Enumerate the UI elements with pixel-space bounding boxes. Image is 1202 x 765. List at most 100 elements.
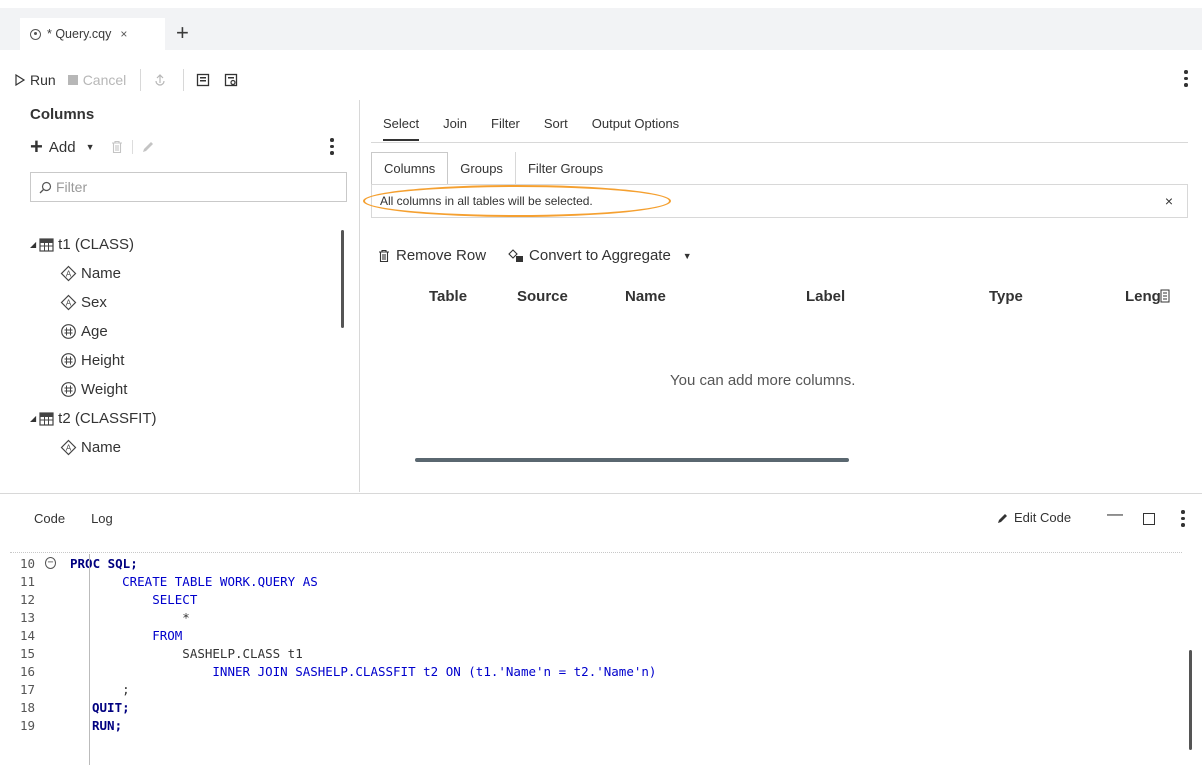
code-text: SELECT [92, 591, 198, 607]
column-header-length[interactable]: Leng [1125, 288, 1161, 305]
tab-join[interactable]: Join [443, 116, 467, 141]
svg-text:A: A [66, 444, 72, 453]
code-text: QUIT; [92, 699, 130, 715]
aggregate-icon [508, 248, 524, 262]
add-tab-button[interactable]: + [176, 22, 189, 44]
code-text: RUN; [92, 717, 123, 733]
expand-icon[interactable]: ◢ [30, 414, 36, 423]
numeric-column-icon [61, 353, 76, 368]
close-banner-icon[interactable]: × [1165, 193, 1173, 209]
columns-toolbar: + Add ▼ [30, 136, 155, 158]
line-number: 12 [20, 591, 36, 607]
fold-icon[interactable]: − [45, 557, 56, 569]
expand-icon[interactable]: ◢ [30, 240, 36, 249]
subtab-groups[interactable]: Groups [448, 152, 516, 184]
code-vertical-scrollbar[interactable] [1189, 650, 1192, 750]
code-line: 13 * [10, 608, 1190, 626]
code-pane: Code Log Edit Code — 10− PROC SQL; 11 CR… [0, 493, 1202, 765]
remove-row-button[interactable]: Remove Row [377, 247, 486, 264]
tab-log[interactable]: Log [91, 511, 113, 526]
row-actions: Remove Row Convert to Aggregate ▼ [377, 247, 714, 264]
column-options-icon[interactable] [1160, 289, 1170, 303]
columns-scrollbar[interactable] [341, 230, 344, 328]
column-header-label[interactable]: Label [806, 288, 845, 305]
code-line: 14 FROM [10, 626, 1190, 644]
tree-node-table[interactable]: ◢ t2 (CLASSFIT) [30, 404, 157, 433]
toolbar-more-icon[interactable] [1184, 70, 1188, 87]
gutter-divider [89, 554, 90, 765]
toolbar-divider [132, 140, 134, 154]
code-text: ; [92, 681, 130, 697]
tree-node-label: t2 (CLASSFIT) [58, 410, 157, 427]
edit-icon[interactable] [141, 140, 155, 154]
add-button[interactable]: Add [49, 139, 76, 156]
convert-to-aggregate-button[interactable]: Convert to Aggregate ▼ [508, 247, 692, 264]
remove-row-label: Remove Row [396, 247, 487, 264]
line-number: 14 [20, 627, 36, 643]
tree-column-item[interactable]: A Name [30, 433, 157, 462]
table-horizontal-scrollbar[interactable] [415, 458, 849, 462]
column-label: Name [81, 439, 122, 456]
save-query-icon[interactable] [196, 73, 210, 87]
edit-code-button[interactable]: Edit Code [997, 510, 1071, 525]
line-number: 16 [20, 663, 36, 679]
column-label: Weight [81, 381, 128, 398]
stop-icon [67, 75, 78, 85]
save-output-icon[interactable] [224, 73, 238, 87]
columns-title: Columns [30, 106, 95, 123]
close-tab-icon[interactable]: × [120, 27, 127, 41]
code-line: 12 SELECT [10, 590, 1190, 608]
tab-query[interactable]: * Query.cqy × [20, 18, 165, 50]
add-dropdown-icon[interactable]: ▼ [86, 142, 95, 152]
filter-input[interactable]: Filter [30, 172, 347, 202]
column-header-table[interactable]: Table [429, 288, 467, 305]
column-header-name[interactable]: Name [625, 288, 666, 305]
code-more-icon[interactable] [1181, 510, 1185, 527]
tree-column-item[interactable]: A Name [30, 259, 157, 288]
cancel-button[interactable]: Cancel [67, 72, 127, 88]
subtab-filter-groups[interactable]: Filter Groups [516, 152, 615, 184]
numeric-column-icon [61, 382, 76, 397]
char-column-icon: A [60, 265, 77, 282]
tree-column-item[interactable]: A Sex [30, 288, 157, 317]
run-button[interactable]: Run [14, 72, 56, 88]
minimize-icon[interactable]: — [1107, 506, 1123, 524]
tree-column-item[interactable]: Height [30, 346, 157, 375]
line-number: 19 [20, 717, 36, 733]
tab-code[interactable]: Code [34, 511, 65, 526]
query-tabs: Select Join Filter Sort Output Options [383, 116, 703, 141]
convert-label: Convert to Aggregate [529, 247, 671, 264]
trash-icon [379, 249, 389, 262]
preview-icon [30, 28, 41, 40]
column-header-source[interactable]: Source [517, 288, 568, 305]
maximize-icon[interactable] [1143, 513, 1155, 525]
highlight-ellipse [363, 185, 671, 217]
tree-node-label: t1 (CLASS) [58, 236, 135, 253]
tree-column-item[interactable]: Weight [30, 375, 157, 404]
upload-icon[interactable] [153, 73, 167, 87]
svg-text:A: A [66, 270, 72, 279]
tree-column-item[interactable]: Age [30, 317, 157, 346]
delete-icon[interactable] [110, 140, 124, 154]
plus-icon[interactable]: + [30, 136, 43, 158]
code-text: FROM [92, 627, 183, 643]
code-line: 18 QUIT; [10, 698, 1190, 716]
columns-more-icon[interactable] [330, 138, 334, 155]
column-header-type[interactable]: Type [989, 288, 1023, 305]
convert-dropdown-icon[interactable]: ▼ [683, 251, 692, 261]
tab-sort[interactable]: Sort [544, 116, 568, 141]
tree-node-table[interactable]: ◢ t1 (CLASS) [30, 230, 157, 259]
tab-select[interactable]: Select [383, 116, 420, 141]
cancel-label: Cancel [82, 72, 127, 88]
pencil-icon [998, 513, 1007, 523]
document-tab-bar: * Query.cqy × + [0, 0, 1202, 50]
tab-filter[interactable]: Filter [491, 116, 520, 141]
code-editor[interactable]: 10− PROC SQL; 11 CREATE TABLE WORK.QUERY… [10, 554, 1190, 765]
code-log-tabs: Code Log [34, 511, 139, 526]
code-text: SASHELP.CLASS t1 [92, 645, 303, 661]
code-text: INNER JOIN SASHELP.CLASSFIT t2 ON (t1.'N… [92, 663, 657, 679]
tab-output-options[interactable]: Output Options [592, 116, 679, 141]
subtab-columns[interactable]: Columns [371, 152, 449, 184]
code-line: 17 ; [10, 680, 1190, 698]
columns-tree: ◢ t1 (CLASS) A Name A Sex Age Height Wei… [30, 230, 157, 462]
